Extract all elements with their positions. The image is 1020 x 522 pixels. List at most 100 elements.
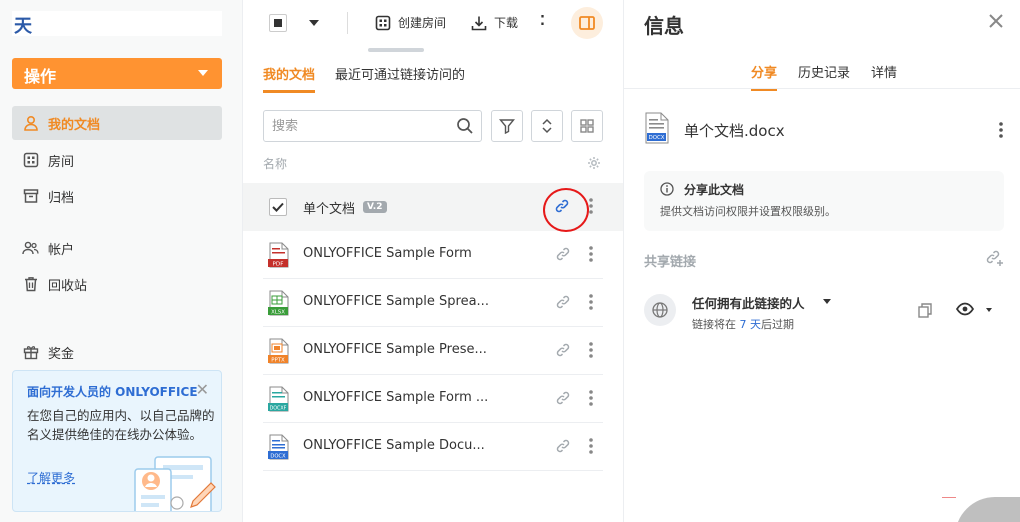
toggle-info-panel-button[interactable] [571,7,603,39]
version-badge[interactable]: V.2 [363,201,387,213]
sidebar: 天 操作 我的文档 房间 归档 帐户 回收站 奖金 面向开发人员的 ONLYOF… [0,0,243,522]
file-name[interactable]: ONLYOFFICE Sample Prese... [303,342,487,357]
tab-share[interactable]: 分享 [751,62,778,91]
link-expiry-suffix: 后过期 [761,318,794,331]
gift-icon [22,344,39,361]
sidebar-item-bonus[interactable]: 奖金 [12,335,222,369]
rooms-grid-icon [22,152,39,169]
link-access-name[interactable]: 任何拥有此链接的人 [692,293,805,312]
info-panel-title: 信息 [644,14,684,38]
gear-icon[interactable] [587,156,601,170]
filter-button[interactable] [491,110,523,142]
developer-promo-banner: 面向开发人员的 ONLYOFFICE ✕ 在您自己的应用内、以自己品牌的名义提供… [12,370,222,512]
toolbar-divider [347,12,348,34]
sidebar-item-label: 归档 [48,190,75,206]
spreadsheet-file-icon: XLSX [268,290,289,316]
share-link-icon[interactable] [556,439,570,453]
search-icon[interactable] [456,117,474,135]
doc-ext-label: DOCX [649,135,665,141]
tab-history[interactable]: 历史记录 [798,62,850,91]
select-all-checkbox[interactable] [269,14,287,32]
person-icon [22,115,39,132]
share-link-icon[interactable] [556,391,570,405]
form-file-icon: DOCXF [268,386,289,412]
close-icon[interactable]: ✕ [196,382,209,398]
add-link-icon[interactable] [986,249,1004,267]
docx-ext-label: DOCX [270,453,286,459]
toolbar: 创建房间 下载 ⁚ [243,0,623,54]
presentation-file-icon: PPTX [268,338,289,364]
trash-icon [22,276,39,293]
sidebar-item-label: 我的文档 [48,117,101,133]
more-vertical-icon[interactable] [998,121,1004,139]
sidebar-item-archive[interactable]: 归档 [12,179,222,213]
corner-accent-line [942,497,956,498]
more-vertical-icon[interactable] [588,245,594,263]
download-button[interactable]: 下载 [471,14,518,31]
file-name[interactable]: ONLYOFFICE Sample Form ... [303,390,488,405]
archive-icon [22,188,39,205]
actions-button[interactable]: 操作 [12,58,222,89]
actions-label: 操作 [24,67,57,86]
logo[interactable]: 天 [12,11,222,37]
more-vertical-icon[interactable] [588,341,594,359]
access-level-chevron-icon[interactable] [986,308,992,312]
share-document-notice: 分享此文档 提供文档访问权限并设置权限级别。 [644,171,1004,231]
file-name[interactable]: 单个文档 [303,198,355,217]
sidebar-item-label: 回收站 [48,278,88,294]
link-expiry-days[interactable]: 7 天 [740,318,762,331]
file-row[interactable]: XLSX ONLYOFFICE Sample Sprea... [243,279,623,327]
tab-recently-accessible-via-link[interactable]: 最近可通过链接访问的 [335,64,465,93]
file-row[interactable]: PPTX ONLYOFFICE Sample Prese... [243,327,623,375]
more-vertical-icon[interactable] [588,197,594,215]
close-icon[interactable] [988,13,1004,29]
search-field[interactable] [263,110,482,142]
file-name[interactable]: ONLYOFFICE Sample Form [303,246,472,261]
share-link-icon[interactable] [556,295,570,309]
select-options-chevron-icon[interactable] [309,20,319,26]
eye-icon[interactable] [956,302,974,316]
more-vertical-icon[interactable] [588,389,594,407]
file-row[interactable]: DOCXF ONLYOFFICE Sample Form ... [243,375,623,423]
sort-button[interactable] [531,110,563,142]
row-divider [263,470,603,471]
sidebar-item-trash[interactable]: 回收站 [12,267,222,301]
checkmark-icon [272,202,284,212]
chevron-down-icon[interactable] [823,299,831,304]
file-row[interactable]: PDF ONLYOFFICE Sample Form [243,231,623,279]
promo-text: 在您自己的应用内、以自己品牌的名义提供绝佳的在线办公体验。 [27,408,215,442]
drag-handle[interactable] [368,48,424,52]
file-tabs: 我的文档 最近可通过链接访问的 [263,64,485,93]
learn-more-link[interactable]: 了解更多 [27,469,75,486]
share-link-icon[interactable] [556,343,570,357]
copy-icon[interactable] [917,302,933,318]
tab-details[interactable]: 详情 [871,62,897,91]
sort-icon [542,118,552,134]
more-actions-button[interactable]: ⁚ [540,14,545,29]
chevron-down-icon [198,70,208,76]
column-header-name[interactable]: 名称 [263,155,287,172]
logo-glyph: 天 [14,16,32,37]
file-name[interactable]: ONLYOFFICE Sample Sprea... [303,294,489,309]
more-vertical-icon[interactable] [588,437,594,455]
share-link-icon[interactable] [556,247,570,261]
search-input[interactable] [272,112,442,140]
create-room-button[interactable]: 创建房间 [375,14,446,31]
sidebar-item-rooms[interactable]: 房间 [12,143,222,177]
file-name[interactable]: ONLYOFFICE Sample Docu... [303,438,485,453]
tab-my-documents[interactable]: 我的文档 [263,64,316,93]
file-list-panel: 创建房间 下载 ⁚ 我的文档 最近可通过链接访问的 名称 [243,0,623,522]
sidebar-item-my-documents[interactable]: 我的文档 [12,106,222,140]
document-header: DOCX 单个文档.docx [644,112,1004,148]
link-expiry-prefix: 链接将在 [692,318,740,331]
sidebar-item-label: 房间 [48,154,75,170]
sidebar-item-accounts[interactable]: 帐户 [12,231,222,265]
more-vertical-icon[interactable] [588,293,594,311]
link-expiry-text: 链接将在 7 天后过期 [692,316,794,332]
row-checkbox[interactable] [269,198,287,216]
promo-title: 面向开发人员的 ONLYOFFICE [27,385,198,399]
view-toggle-button[interactable] [571,110,603,142]
share-notice-text: 提供文档访问权限并设置权限级别。 [660,205,836,218]
shared-links-heading: 共享链接 [644,255,697,270]
file-row[interactable]: DOCX ONLYOFFICE Sample Docu... [243,423,623,471]
